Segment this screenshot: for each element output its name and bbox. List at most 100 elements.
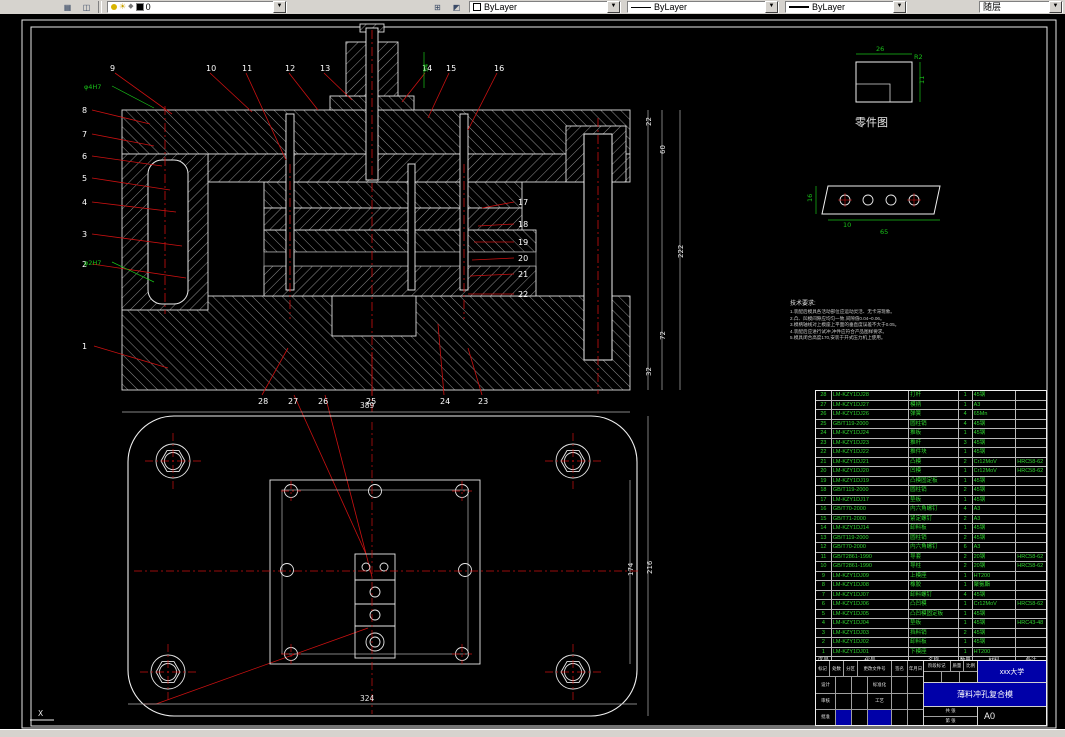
bom-cell-code: LM-KZY1DJ20 xyxy=(831,467,910,477)
layer-dropdown[interactable]: ☀ ◆ 0 ▼ xyxy=(107,1,287,13)
bom-cell-qty: 2 xyxy=(958,552,973,562)
bom-cell-rem xyxy=(1016,648,1046,657)
bom-cell-qty: 1 xyxy=(958,429,973,439)
layer-dropdown-arrow[interactable]: ▼ xyxy=(273,1,286,13)
bom-cell-mat: 45钢 xyxy=(972,486,1017,496)
bom-cell-code: LM-KZY1DJ28 xyxy=(831,391,910,401)
bom-cell-mat: 45钢 xyxy=(972,628,1017,638)
bom-cell-rem xyxy=(1016,534,1046,543)
bom-cell-rem xyxy=(1016,391,1046,401)
bom-cell-rem: HRC58-62 xyxy=(1016,467,1046,477)
bom-cell-qty: 4 xyxy=(958,505,973,515)
lineweight-value: ByLayer xyxy=(812,2,846,12)
title-block-sheet-counts: 共 张 第 张 xyxy=(924,707,978,725)
color-dropdown-arrow[interactable]: ▼ xyxy=(607,1,620,13)
bom-cell-rem xyxy=(1016,439,1046,448)
layer-states-icon[interactable]: ◫ xyxy=(78,1,95,13)
bom-cell-no: 9 xyxy=(816,571,832,581)
svg-text:389: 389 xyxy=(360,401,375,410)
bom-cell-code: GB/T71-2000 xyxy=(831,514,910,524)
svg-text:R2: R2 xyxy=(914,53,923,61)
title-block-stage-cells: 阶段标记 质量 比例 xyxy=(924,661,978,683)
title-block-sheet-size: A0 xyxy=(984,711,996,721)
layer-on-icon xyxy=(111,4,117,10)
bom-cell-mat: 20钢 xyxy=(972,552,1017,562)
svg-text:1: 1 xyxy=(82,342,87,351)
layer-manager-icon[interactable]: ▦ xyxy=(59,1,76,13)
bom-cell-code: GB/T119-2000 xyxy=(831,419,910,429)
bom-cell-name: 挡料销 xyxy=(909,628,959,638)
svg-text:9: 9 xyxy=(110,64,115,73)
bom-cell-name: 卸料板 xyxy=(909,524,959,534)
bom-cell-code: LM-KZY1DJ21 xyxy=(831,457,910,467)
tb-label-craft: 工艺 xyxy=(868,693,892,709)
bom-cell-name: 推杆 xyxy=(909,438,959,448)
bom-cell-code: LM-KZY1DJ19 xyxy=(831,476,910,486)
bom-cell-rem xyxy=(1016,524,1046,534)
layer-previous-icon[interactable]: ◩ xyxy=(448,1,465,13)
bom-row: 14 LM-KZY1DJ14 卸料板 1 45钢 xyxy=(816,524,1046,534)
bom-cell-mat: A3 xyxy=(972,400,1017,410)
plotstyle-dropdown-arrow[interactable]: ▼ xyxy=(1049,1,1062,13)
bom-cell-qty: 4 xyxy=(958,410,973,420)
bom-cell-qty: 6 xyxy=(958,543,973,553)
bom-cell-name: 圆柱销 xyxy=(909,486,959,496)
bom-row: 2 LM-KZY1DJ02 卸料板 1 45钢 xyxy=(816,638,1046,648)
tb-label-audit: 审核 xyxy=(816,693,836,709)
bom-cell-name: 卸料螺钉 xyxy=(909,590,959,600)
bom-cell-qty: 3 xyxy=(958,438,973,448)
bom-cell-mat: Cr12MoV xyxy=(972,467,1017,477)
bom-cell-no: 12 xyxy=(816,543,832,553)
linetype-dropdown-arrow[interactable]: ▼ xyxy=(765,1,778,13)
bom-cell-no: 23 xyxy=(816,438,832,448)
bom-row: 1 LM-KZY1DJ01 下模座 1 HT200 xyxy=(816,647,1046,657)
tb-label-total-sheets: 共 张 xyxy=(924,707,977,717)
bom-cell-rem xyxy=(1016,591,1046,600)
svg-text:5: 5 xyxy=(82,174,87,183)
bom-cell-no: 10 xyxy=(816,562,832,572)
bom-cell-no: 21 xyxy=(816,457,832,467)
tb-label-stage: 阶段标记 xyxy=(924,661,951,671)
bom-cell-mat: 45钢 xyxy=(972,391,1017,401)
layer-color-swatch xyxy=(135,3,144,11)
bom-cell-name: 圆柱销 xyxy=(909,419,959,429)
bom-cell-rem xyxy=(1016,496,1046,505)
bom-cell-rem: HRC58-62 xyxy=(1016,562,1046,572)
lineweight-dropdown[interactable]: ByLayer ▼ xyxy=(785,1,907,13)
bom-cell-name: 弹簧 xyxy=(909,410,959,420)
bom-cell-code: LM-KZY1DJ17 xyxy=(831,495,910,505)
bom-cell-code: LM-KZY1DJ14 xyxy=(831,524,910,534)
bom-cell-code: LM-KZY1DJ23 xyxy=(831,438,910,448)
bom-cell-mat: 45钢 xyxy=(972,419,1017,429)
svg-text:φ2H7: φ2H7 xyxy=(84,259,101,267)
bom-cell-qty: 1 xyxy=(958,647,973,657)
svg-text:27: 27 xyxy=(288,397,298,406)
bom-row: 16 GB/T70-2000 内六角螺钉 4 A3 xyxy=(816,505,1046,515)
bom-cell-mat: 45钢 xyxy=(972,429,1017,439)
bom-cell-no: 5 xyxy=(816,609,832,619)
bom-row: 25 GB/T119-2000 圆柱销 4 45钢 xyxy=(816,419,1046,429)
plotstyle-dropdown[interactable]: 随层 ▼ xyxy=(979,1,1063,13)
bom-cell-mat: 45钢 xyxy=(972,476,1017,486)
bom-cell-qty: 4 xyxy=(958,419,973,429)
bom-cell-qty: 1 xyxy=(958,581,973,591)
svg-text:6: 6 xyxy=(82,152,87,161)
bom-cell-qty: 1 xyxy=(958,619,973,629)
make-layer-current-icon[interactable]: ⊞ xyxy=(429,1,446,13)
bom-cell-no: 18 xyxy=(816,486,832,496)
lineweight-dropdown-arrow[interactable]: ▼ xyxy=(893,1,906,13)
bom-cell-qty: 1 xyxy=(958,638,973,648)
bom-cell-mat: 45钢 xyxy=(972,524,1017,534)
bom-cell-code: LM-KZY1DJ09 xyxy=(831,571,910,581)
linetype-dropdown[interactable]: ByLayer ▼ xyxy=(627,1,779,13)
bom-cell-rem xyxy=(1016,477,1046,486)
bom-row: 27 LM-KZY1DJ27 模柄 1 A3 xyxy=(816,400,1046,410)
bom-cell-rem xyxy=(1016,486,1046,496)
bom-cell-mat: A3 xyxy=(972,543,1017,553)
model-space-canvas[interactable]: 9 10 11 12 13 14 15 16 8 7 6 5 4 3 2 1 1… xyxy=(0,14,1065,730)
color-dropdown[interactable]: ByLayer ▼ xyxy=(469,1,621,13)
bom-cell-name: 推件块 xyxy=(909,448,959,458)
bom-cell-mat: 20钢 xyxy=(972,562,1017,572)
svg-text:16: 16 xyxy=(806,194,814,202)
